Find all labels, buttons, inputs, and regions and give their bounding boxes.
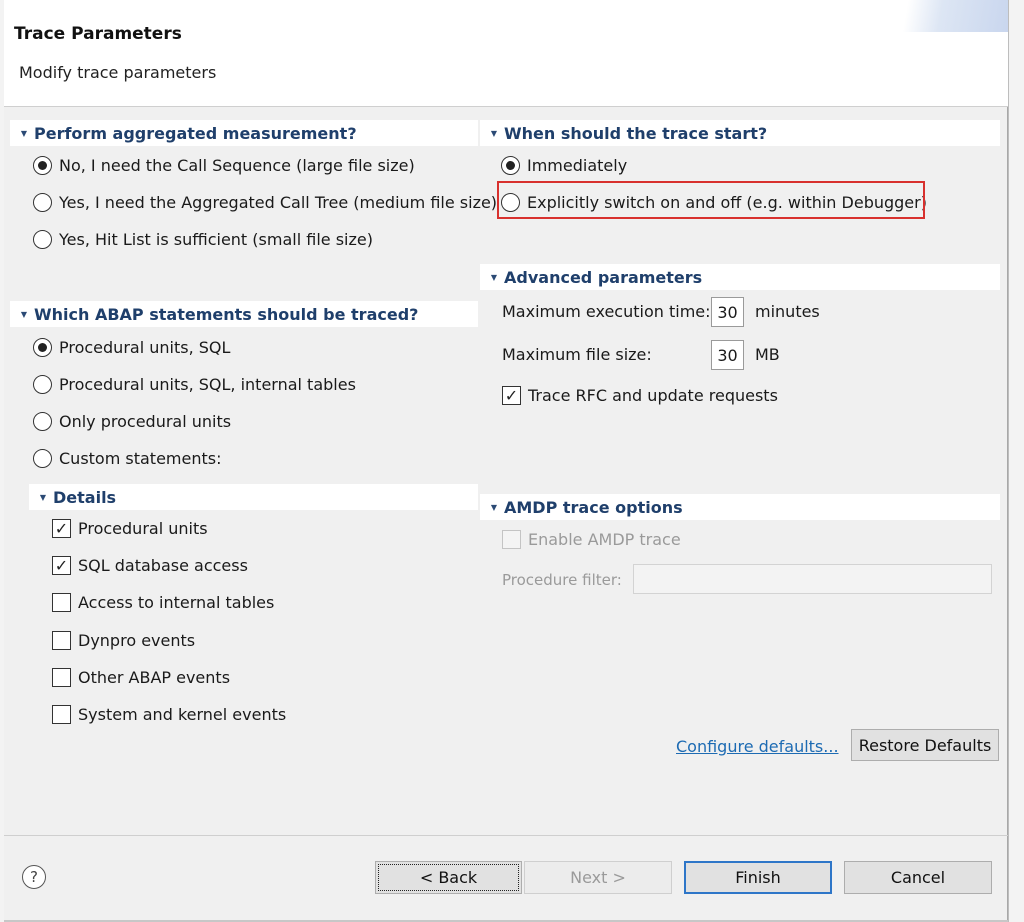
red-highlight-box <box>497 181 925 219</box>
checkbox-dynpro-events[interactable]: Dynpro events <box>52 631 195 650</box>
radio-button-icon[interactable] <box>33 412 52 431</box>
dialog-header: Trace Parameters Modify trace parameters <box>4 0 1008 107</box>
checkbox-other-abap-events[interactable]: Other ABAP events <box>52 668 230 687</box>
checkbox-enable-amdp[interactable]: Enable AMDP trace <box>502 530 681 549</box>
section-statements-header[interactable]: ▼ Which ABAP statements should be traced… <box>10 301 478 327</box>
checkbox-checked-icon[interactable]: ✓ <box>52 519 71 538</box>
section-statements-title: Which ABAP statements should be traced? <box>34 304 419 324</box>
checkbox-internal-tables[interactable]: Access to internal tables <box>52 593 274 612</box>
radio-button-icon[interactable] <box>33 449 52 468</box>
help-icon[interactable]: ? <box>22 865 46 889</box>
radio-call-sequence-label: No, I need the Call Sequence (large file… <box>59 156 415 175</box>
radio-custom-statements-label: Custom statements: <box>59 449 222 468</box>
checkbox-procedural-units-label: Procedural units <box>78 519 208 538</box>
next-button[interactable]: Next > <box>524 861 672 894</box>
checkbox-enable-amdp-label: Enable AMDP trace <box>528 530 681 549</box>
checkbox-checked-icon[interactable]: ✓ <box>52 556 71 575</box>
trace-parameters-dialog: Trace Parameters Modify trace parameters… <box>4 0 1008 920</box>
configure-defaults-link-text[interactable]: Configure defaults... <box>676 737 839 756</box>
radio-button-icon[interactable] <box>33 230 52 249</box>
header-banner-graphic <box>838 0 1008 32</box>
radio-hit-list[interactable]: Yes, Hit List is sufficient (small file … <box>33 230 373 249</box>
cancel-button[interactable]: Cancel <box>844 861 992 894</box>
procedure-filter-label: Procedure filter: <box>502 571 622 589</box>
checkbox-sql-database-access-label: SQL database access <box>78 556 248 575</box>
section-trace-start-title: When should the trace start? <box>504 123 768 143</box>
radio-button-icon[interactable] <box>33 193 52 212</box>
radio-aggregated-call-tree-label: Yes, I need the Aggregated Call Tree (me… <box>59 193 498 212</box>
radio-custom-statements[interactable]: Custom statements: <box>33 449 221 468</box>
checkbox-checked-icon[interactable]: ✓ <box>502 386 521 405</box>
checkbox-icon[interactable] <box>52 631 71 650</box>
checkbox-internal-tables-label: Access to internal tables <box>78 593 275 612</box>
max-file-size-input[interactable]: 30 <box>711 340 744 370</box>
section-amdp-header[interactable]: ▼ AMDP trace options <box>480 494 1000 520</box>
max-exec-time-label: Maximum execution time: <box>502 302 711 321</box>
checkbox-icon[interactable] <box>52 705 71 724</box>
section-amdp-title: AMDP trace options <box>504 497 683 517</box>
checkbox-procedural-units[interactable]: ✓ Procedural units <box>52 519 208 538</box>
radio-call-sequence[interactable]: No, I need the Call Sequence (large file… <box>33 156 415 175</box>
radio-only-procedural-label: Only procedural units <box>59 412 232 431</box>
dialog-subtitle: Modify trace parameters <box>19 63 217 82</box>
section-advanced-header[interactable]: ▼ Advanced parameters <box>480 264 1000 290</box>
finish-button[interactable]: Finish <box>684 861 832 894</box>
footer-separator <box>4 835 1008 836</box>
max-file-size-unit: MB <box>755 345 780 364</box>
radio-immediately-label: Immediately <box>527 156 628 175</box>
collapse-triangle-icon: ▼ <box>490 502 498 512</box>
configure-defaults-link[interactable]: Configure defaults... <box>676 737 839 756</box>
checkbox-sql-database-access[interactable]: ✓ SQL database access <box>52 556 248 575</box>
radio-hit-list-label: Yes, Hit List is sufficient (small file … <box>59 230 373 249</box>
background-app-right-edge <box>1008 0 1024 922</box>
checkbox-system-kernel-events-label: System and kernel events <box>78 705 287 724</box>
radio-aggregated-call-tree[interactable]: Yes, I need the Aggregated Call Tree (me… <box>33 193 497 212</box>
radio-button-icon[interactable] <box>33 375 52 394</box>
section-details-title: Details <box>53 487 117 507</box>
radio-button-selected-icon[interactable] <box>501 156 520 175</box>
back-button[interactable]: < Back <box>375 861 522 894</box>
checkbox-system-kernel-events[interactable]: System and kernel events <box>52 705 286 724</box>
max-exec-time-input[interactable]: 30 <box>711 297 744 327</box>
radio-immediately[interactable]: Immediately <box>501 156 627 175</box>
checkbox-trace-rfc-label: Trace RFC and update requests <box>528 386 778 405</box>
section-trace-start-header[interactable]: ▼ When should the trace start? <box>480 120 1000 146</box>
dialog-title: Trace Parameters <box>14 24 182 44</box>
radio-button-selected-icon[interactable] <box>33 156 52 175</box>
checkbox-icon[interactable] <box>52 593 71 612</box>
max-file-size-label: Maximum file size: <box>502 345 652 364</box>
collapse-triangle-icon: ▼ <box>39 492 47 502</box>
section-advanced-title: Advanced parameters <box>504 267 703 287</box>
checkbox-other-abap-events-label: Other ABAP events <box>78 668 231 687</box>
radio-only-procedural[interactable]: Only procedural units <box>33 412 231 431</box>
collapse-triangle-icon: ▼ <box>20 309 28 319</box>
radio-button-selected-icon[interactable] <box>33 338 52 357</box>
section-aggregated-header[interactable]: ▼ Perform aggregated measurement? <box>10 120 478 146</box>
collapse-triangle-icon: ▼ <box>490 128 498 138</box>
collapse-triangle-icon: ▼ <box>20 128 28 138</box>
section-aggregated-title: Perform aggregated measurement? <box>34 123 357 143</box>
radio-procedural-sql-tables-label: Procedural units, SQL, internal tables <box>59 375 356 394</box>
checkbox-trace-rfc[interactable]: ✓ Trace RFC and update requests <box>502 386 778 405</box>
max-exec-time-unit: minutes <box>755 302 820 321</box>
procedure-filter-input[interactable] <box>633 564 992 594</box>
radio-procedural-sql-tables[interactable]: Procedural units, SQL, internal tables <box>33 375 356 394</box>
checkbox-icon[interactable] <box>52 668 71 687</box>
radio-procedural-sql-label: Procedural units, SQL <box>59 338 231 357</box>
checkbox-dynpro-events-label: Dynpro events <box>78 631 196 650</box>
collapse-triangle-icon: ▼ <box>490 272 498 282</box>
section-details-header[interactable]: ▼ Details <box>29 484 478 510</box>
radio-procedural-sql[interactable]: Procedural units, SQL <box>33 338 230 357</box>
restore-defaults-button[interactable]: Restore Defaults <box>851 729 999 761</box>
checkbox-disabled-icon[interactable] <box>502 530 521 549</box>
